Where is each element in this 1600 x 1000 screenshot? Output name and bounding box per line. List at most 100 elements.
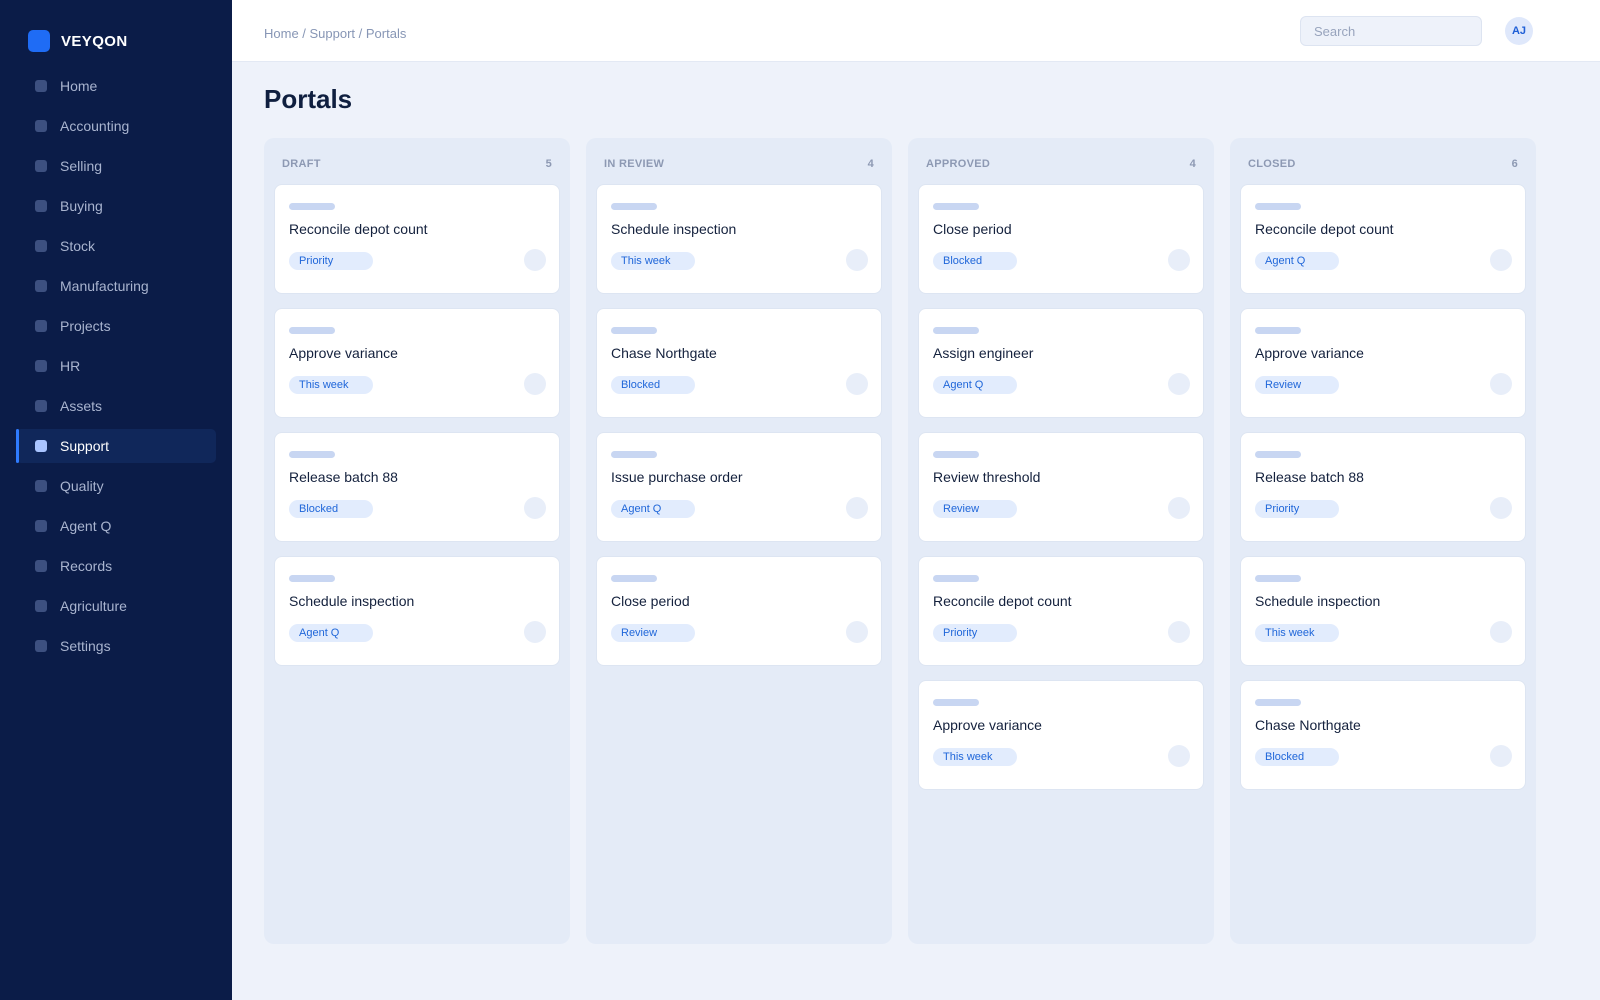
card-tag: This week: [1255, 624, 1339, 642]
sidebar-item-label: HR: [60, 358, 81, 374]
column-title: DRAFT: [282, 158, 321, 170]
assignee-avatar[interactable]: [846, 373, 868, 395]
quality-icon: [35, 480, 47, 492]
records-icon: [35, 560, 47, 572]
sidebar-item-agriculture[interactable]: Agriculture: [16, 589, 216, 623]
column-count: 5: [545, 158, 552, 170]
assignee-avatar[interactable]: [1168, 373, 1190, 395]
task-card[interactable]: Assign engineer Agent Q: [918, 308, 1204, 418]
sidebar-item-manufacturing[interactable]: Manufacturing: [16, 269, 216, 303]
sidebar-item-label: Support: [60, 438, 110, 454]
assignee-avatar[interactable]: [524, 621, 546, 643]
sidebar-item-accounting[interactable]: Accounting: [16, 109, 216, 143]
sidebar-item-label: Settings: [60, 638, 111, 654]
card-tag: Review: [1255, 376, 1339, 394]
card-label-bar: [289, 327, 335, 334]
sidebar-item-agent-q[interactable]: Agent Q: [16, 509, 216, 543]
brand[interactable]: VEYQON: [28, 30, 128, 52]
sidebar-item-hr[interactable]: HR: [16, 349, 216, 383]
sidebar-item-label: Projects: [60, 318, 111, 334]
card-title: Chase Northgate: [1255, 717, 1361, 733]
support-icon: [35, 440, 47, 452]
card-title: Issue purchase order: [611, 469, 743, 485]
assignee-avatar[interactable]: [1168, 745, 1190, 767]
assignee-avatar[interactable]: [1168, 621, 1190, 643]
column-count: 4: [1189, 158, 1196, 170]
assignee-avatar[interactable]: [846, 497, 868, 519]
task-card[interactable]: Schedule inspection This week: [1240, 556, 1526, 666]
assignee-avatar[interactable]: [846, 621, 868, 643]
card-label-bar: [611, 203, 657, 210]
assignee-avatar[interactable]: [1490, 745, 1512, 767]
card-label-bar: [1255, 575, 1301, 582]
column-title: IN REVIEW: [604, 158, 665, 170]
card-tag: Blocked: [1255, 748, 1339, 766]
brand-name: VEYQON: [61, 32, 128, 50]
assignee-avatar[interactable]: [1490, 373, 1512, 395]
sidebar-item-stock[interactable]: Stock: [16, 229, 216, 263]
card-title: Assign engineer: [933, 345, 1034, 361]
assignee-avatar[interactable]: [1168, 249, 1190, 271]
task-card[interactable]: Schedule inspection This week: [596, 184, 882, 294]
card-tag: This week: [289, 376, 373, 394]
sidebar-item-projects[interactable]: Projects: [16, 309, 216, 343]
card-title: Review threshold: [933, 469, 1041, 485]
sidebar-item-settings[interactable]: Settings: [16, 629, 216, 663]
assignee-avatar[interactable]: [524, 249, 546, 271]
card-title: Schedule inspection: [289, 593, 415, 609]
task-card[interactable]: Approve variance This week: [274, 308, 560, 418]
task-card[interactable]: Reconcile depot count Agent Q: [1240, 184, 1526, 294]
assignee-avatar[interactable]: [524, 373, 546, 395]
search-input[interactable]: [1300, 16, 1482, 46]
card-label-bar: [933, 203, 979, 210]
card-tag: Agent Q: [933, 376, 1017, 394]
accounting-icon: [35, 120, 47, 132]
assignee-avatar[interactable]: [1490, 249, 1512, 271]
assignee-avatar[interactable]: [846, 249, 868, 271]
task-card[interactable]: Chase Northgate Blocked: [1240, 680, 1526, 790]
task-card[interactable]: Release batch 88 Priority: [1240, 432, 1526, 542]
task-card[interactable]: Reconcile depot count Priority: [274, 184, 560, 294]
avatar[interactable]: AJ: [1505, 17, 1533, 45]
task-card[interactable]: Close period Blocked: [918, 184, 1204, 294]
board-column: IN REVIEW 4 Schedule inspection This week Ch…: [586, 138, 892, 944]
assignee-avatar[interactable]: [1490, 497, 1512, 519]
card-tag: Agent Q: [1255, 252, 1339, 270]
task-card[interactable]: Chase Northgate Blocked: [596, 308, 882, 418]
task-card[interactable]: Schedule inspection Agent Q: [274, 556, 560, 666]
sidebar-item-selling[interactable]: Selling: [16, 149, 216, 183]
manufacturing-icon: [35, 280, 47, 292]
assets-icon: [35, 400, 47, 412]
task-card[interactable]: Issue purchase order Agent Q: [596, 432, 882, 542]
sidebar-item-buying[interactable]: Buying: [16, 189, 216, 223]
sidebar-item-label: Manufacturing: [60, 278, 149, 294]
task-card[interactable]: Approve variance Review: [1240, 308, 1526, 418]
card-tag: Agent Q: [289, 624, 373, 642]
sidebar-item-records[interactable]: Records: [16, 549, 216, 583]
task-card[interactable]: Release batch 88 Blocked: [274, 432, 560, 542]
assignee-avatar[interactable]: [1168, 497, 1190, 519]
task-card[interactable]: Review threshold Review: [918, 432, 1204, 542]
card-label-bar: [611, 451, 657, 458]
breadcrumb[interactable]: Home / Support / Portals: [264, 26, 406, 41]
sidebar-item-label: Quality: [60, 478, 104, 494]
assignee-avatar[interactable]: [1490, 621, 1512, 643]
card-title: Chase Northgate: [611, 345, 717, 361]
board-column: APPROVED 4 Close period Blocked Assign engin…: [908, 138, 1214, 944]
sidebar-item-label: Assets: [60, 398, 103, 414]
assignee-avatar[interactable]: [524, 497, 546, 519]
card-tag: Review: [933, 500, 1017, 518]
sidebar-item-home[interactable]: Home: [16, 69, 216, 103]
card-label-bar: [1255, 203, 1301, 210]
sidebar-item-label: Agent Q: [60, 518, 112, 534]
task-card[interactable]: Approve variance This week: [918, 680, 1204, 790]
sidebar-item-assets[interactable]: Assets: [16, 389, 216, 423]
hr-icon: [35, 360, 47, 372]
sidebar-item-support[interactable]: Support: [16, 429, 216, 463]
sidebar-item-label: Records: [60, 558, 113, 574]
card-title: Close period: [933, 221, 1012, 237]
sidebar-item-quality[interactable]: Quality: [16, 469, 216, 503]
board-column: DRAFT 5 Reconcile depot count Priority Appro…: [264, 138, 570, 944]
task-card[interactable]: Close period Review: [596, 556, 882, 666]
task-card[interactable]: Reconcile depot count Priority: [918, 556, 1204, 666]
